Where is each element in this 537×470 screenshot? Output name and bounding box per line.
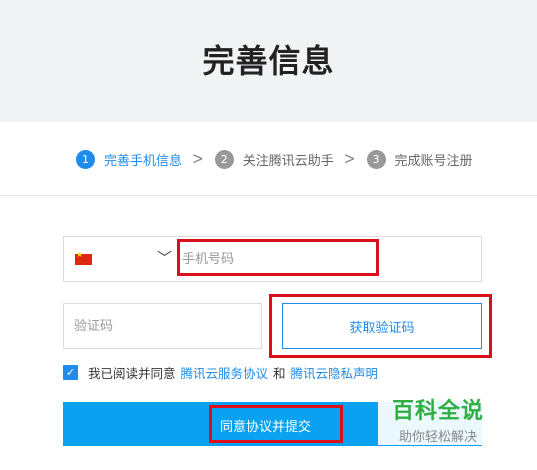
chevron-right-icon: > <box>192 149 204 169</box>
agreement-row: ✓ 我已阅读并同意 腾讯云服务协议 和 腾讯云隐私声明 <box>63 362 383 382</box>
watermark-title: 百科全说 <box>391 399 484 424</box>
step-progress: 1 完善手机信息 > 2 关注腾讯云助手 > 3 完成账号注册 <box>76 148 473 170</box>
watermark: 百科全说 助你轻松解决 <box>378 390 498 445</box>
step-1-number: 1 <box>76 149 95 169</box>
divider <box>0 195 537 196</box>
step-3-label: 完成账号注册 <box>394 153 473 169</box>
agree-prefix: 我已阅读并同意 <box>88 365 176 381</box>
get-code-button[interactable]: 获取验证码 <box>282 303 482 349</box>
and-text: 和 <box>273 365 286 381</box>
step-3-number: 3 <box>366 149 386 169</box>
cn-flag-icon[interactable] <box>75 250 92 265</box>
step-2: 2 关注腾讯云助手 <box>214 149 334 169</box>
step-2-label: 关注腾讯云助手 <box>242 153 334 169</box>
watermark-subtitle: 助你轻松解决 <box>398 430 477 445</box>
phone-field-group: ﹀ <box>63 236 482 282</box>
chevron-right-icon: > <box>343 149 356 169</box>
agree-checkbox[interactable]: ✓ <box>63 364 78 380</box>
submit-label: 同意协议并提交 <box>220 420 312 435</box>
privacy-statement-link[interactable]: 腾讯云隐私声明 <box>291 363 379 382</box>
page-header: 完善信息 <box>0 0 537 122</box>
step-1-label: 完善手机信息 <box>104 153 183 169</box>
chevron-down-icon[interactable]: ﹀ <box>157 247 172 268</box>
phone-input[interactable] <box>182 237 482 281</box>
step-1: 1 完善手机信息 <box>76 149 183 169</box>
step-3: 3 完成账号注册 <box>366 149 473 169</box>
step-2-number: 2 <box>214 149 234 169</box>
service-agreement-link[interactable]: 腾讯云服务协议 <box>181 363 269 382</box>
page-title: 完善信息 <box>202 42 335 80</box>
verification-code-input[interactable] <box>63 303 262 349</box>
